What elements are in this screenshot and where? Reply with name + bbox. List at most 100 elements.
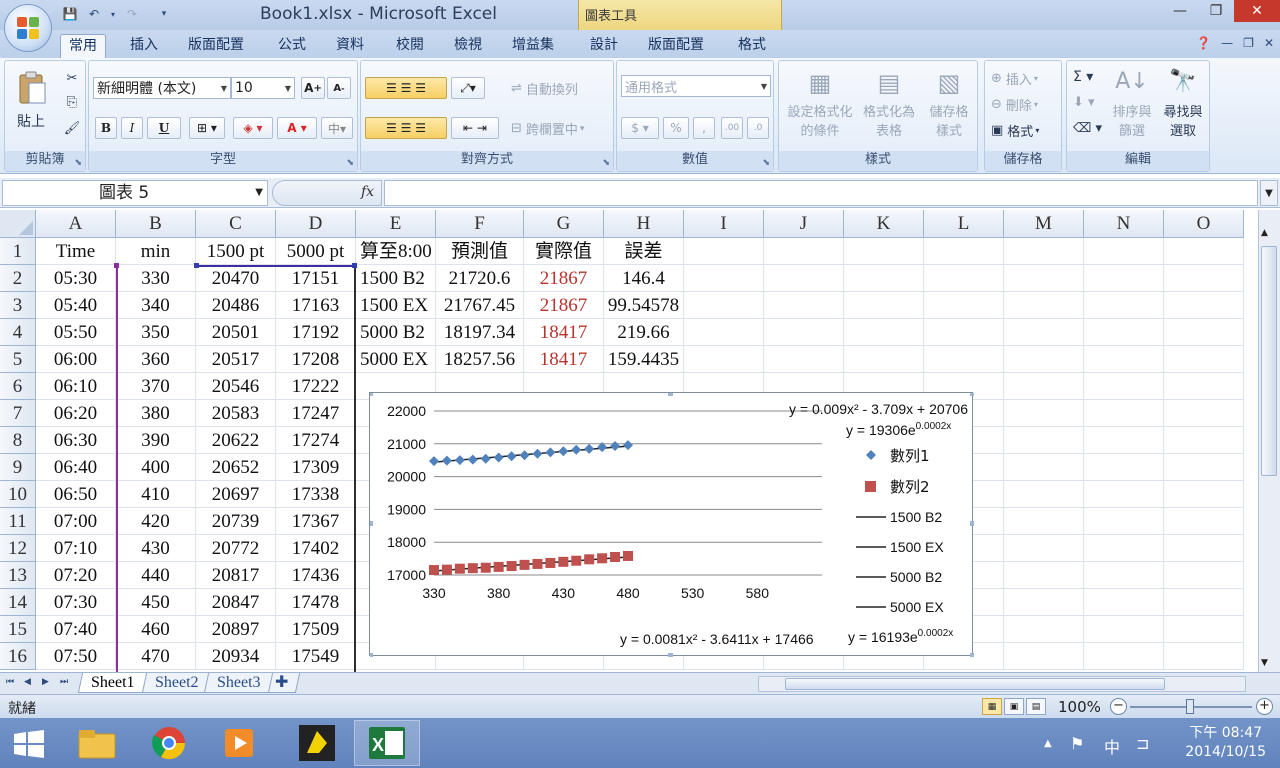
- clipboard-launcher-icon[interactable]: ⬊: [74, 158, 82, 168]
- page-break-view-icon[interactable]: ▤: [1026, 698, 1046, 715]
- cell-h3[interactable]: 99.54578: [604, 292, 684, 319]
- tab-formulas[interactable]: 公式: [270, 34, 314, 58]
- insert-sheet-icon[interactable]: ✚: [267, 673, 301, 693]
- tab-data[interactable]: 資料: [328, 34, 372, 58]
- cell-e4[interactable]: 5000 B2: [356, 319, 436, 346]
- save-icon[interactable]: 💾: [60, 5, 80, 23]
- cell-o5[interactable]: [1164, 346, 1244, 373]
- ribbon-restore-icon[interactable]: ❐: [1243, 36, 1254, 50]
- cell-m11[interactable]: [1004, 508, 1084, 535]
- cell-o10[interactable]: [1164, 481, 1244, 508]
- comma-icon[interactable]: ,: [693, 117, 715, 139]
- cell-a2[interactable]: 05:30: [36, 265, 116, 292]
- cell-i4[interactable]: [684, 319, 764, 346]
- bold-button[interactable]: B: [95, 117, 117, 139]
- cell-a10[interactable]: 06:50: [36, 481, 116, 508]
- column-header-j[interactable]: J: [764, 210, 844, 238]
- normal-view-icon[interactable]: ▦: [982, 698, 1002, 715]
- cell-n1[interactable]: [1084, 238, 1164, 265]
- cell-d5[interactable]: 17208: [276, 346, 356, 373]
- cell-a12[interactable]: 07:10: [36, 535, 116, 562]
- row-header[interactable]: 5: [0, 346, 36, 373]
- cell-c12[interactable]: 20772: [196, 535, 276, 562]
- cell-o4[interactable]: [1164, 319, 1244, 346]
- office-button[interactable]: [4, 4, 52, 52]
- cell-o12[interactable]: [1164, 535, 1244, 562]
- cell-d1[interactable]: 5000 pt: [276, 238, 356, 265]
- row-header[interactable]: 11: [0, 508, 36, 535]
- find-select-button[interactable]: 🔭 尋找與 選取: [1159, 69, 1207, 139]
- horizontal-scroll-thumb[interactable]: [785, 678, 1165, 690]
- sheet-tab-3[interactable]: Sheet3: [203, 673, 274, 693]
- cell-a16[interactable]: 07:50: [36, 643, 116, 670]
- cell-c1[interactable]: 1500 pt: [196, 238, 276, 265]
- autosum-icon[interactable]: Σ ▾: [1073, 69, 1093, 85]
- row-header[interactable]: 8: [0, 427, 36, 454]
- row-header[interactable]: 1: [0, 238, 36, 265]
- cell-b6[interactable]: 370: [116, 373, 196, 400]
- cell-l2[interactable]: [924, 265, 1004, 292]
- cell-m1[interactable]: [1004, 238, 1084, 265]
- column-header-d[interactable]: D: [276, 210, 356, 238]
- sort-filter-button[interactable]: A↓ 排序與 篩選: [1107, 69, 1157, 139]
- cell-c10[interactable]: 20697: [196, 481, 276, 508]
- cell-i1[interactable]: [684, 238, 764, 265]
- column-header-k[interactable]: K: [844, 210, 924, 238]
- cell-o1[interactable]: [1164, 238, 1244, 265]
- cell-c2[interactable]: 20470: [196, 265, 276, 292]
- next-sheet-icon[interactable]: ▶: [42, 677, 49, 687]
- cell-k5[interactable]: [844, 346, 924, 373]
- cell-b13[interactable]: 440: [116, 562, 196, 589]
- cell-m13[interactable]: [1004, 562, 1084, 589]
- zoom-level[interactable]: 100%: [1058, 698, 1101, 716]
- last-sheet-icon[interactable]: ⏭: [60, 677, 68, 687]
- excel-taskbar-icon[interactable]: X: [354, 720, 420, 766]
- cell-o8[interactable]: [1164, 427, 1244, 454]
- merge-center-button[interactable]: ⊟ 跨欄置中 ▾: [511, 119, 584, 138]
- cell-f5[interactable]: 18257.56: [436, 346, 524, 373]
- cell-f2[interactable]: 21720.6: [436, 265, 524, 292]
- format-cells-button[interactable]: ▣ 格式 ▾: [991, 121, 1039, 140]
- shrink-font-icon[interactable]: A-: [327, 77, 351, 99]
- indent-icon[interactable]: ⇤ ⇥: [451, 117, 499, 139]
- column-header-a[interactable]: A: [36, 210, 116, 238]
- tab-chart-design[interactable]: 設計: [582, 34, 626, 58]
- clear-icon[interactable]: ⌫ ▾: [1073, 121, 1102, 136]
- cell-a9[interactable]: 06:40: [36, 454, 116, 481]
- media-player-icon[interactable]: [206, 720, 272, 766]
- cell-m7[interactable]: [1004, 400, 1084, 427]
- orientation-icon[interactable]: ⤢▾: [451, 77, 485, 99]
- column-header-c[interactable]: C: [196, 210, 276, 238]
- row-header[interactable]: 16: [0, 643, 36, 670]
- action-center-flag-icon[interactable]: ⚑: [1070, 734, 1084, 753]
- cell-o11[interactable]: [1164, 508, 1244, 535]
- cell-n12[interactable]: [1084, 535, 1164, 562]
- cell-d13[interactable]: 17436: [276, 562, 356, 589]
- column-header-m[interactable]: M: [1004, 210, 1084, 238]
- number-launcher-icon[interactable]: ⬊: [762, 158, 770, 168]
- cell-m9[interactable]: [1004, 454, 1084, 481]
- number-format-select[interactable]: 通用格式 ▼: [621, 75, 771, 97]
- cell-d9[interactable]: 17309: [276, 454, 356, 481]
- cell-m5[interactable]: [1004, 346, 1084, 373]
- row-header[interactable]: 7: [0, 400, 36, 427]
- cell-m10[interactable]: [1004, 481, 1084, 508]
- expand-formula-bar-icon[interactable]: ▼: [1260, 180, 1278, 206]
- decrease-decimal-icon[interactable]: .0: [747, 117, 769, 139]
- cell-m4[interactable]: [1004, 319, 1084, 346]
- currency-icon[interactable]: $ ▾: [621, 117, 659, 139]
- cell-c8[interactable]: 20622: [196, 427, 276, 454]
- cell-j2[interactable]: [764, 265, 844, 292]
- cell-b16[interactable]: 470: [116, 643, 196, 670]
- paste-icon[interactable]: [17, 71, 47, 104]
- first-sheet-icon[interactable]: ⏮: [6, 677, 14, 687]
- cell-o3[interactable]: [1164, 292, 1244, 319]
- cell-i5[interactable]: [684, 346, 764, 373]
- tab-chart-layout[interactable]: 版面配置: [640, 34, 712, 58]
- ribbon-minimize-icon[interactable]: —: [1221, 36, 1233, 50]
- borders-icon[interactable]: ⊞ ▾: [189, 117, 225, 139]
- name-box[interactable]: 圖表 5 ▼: [2, 180, 268, 206]
- cell-n7[interactable]: [1084, 400, 1164, 427]
- cell-f3[interactable]: 21767.45: [436, 292, 524, 319]
- cell-n16[interactable]: [1084, 643, 1164, 670]
